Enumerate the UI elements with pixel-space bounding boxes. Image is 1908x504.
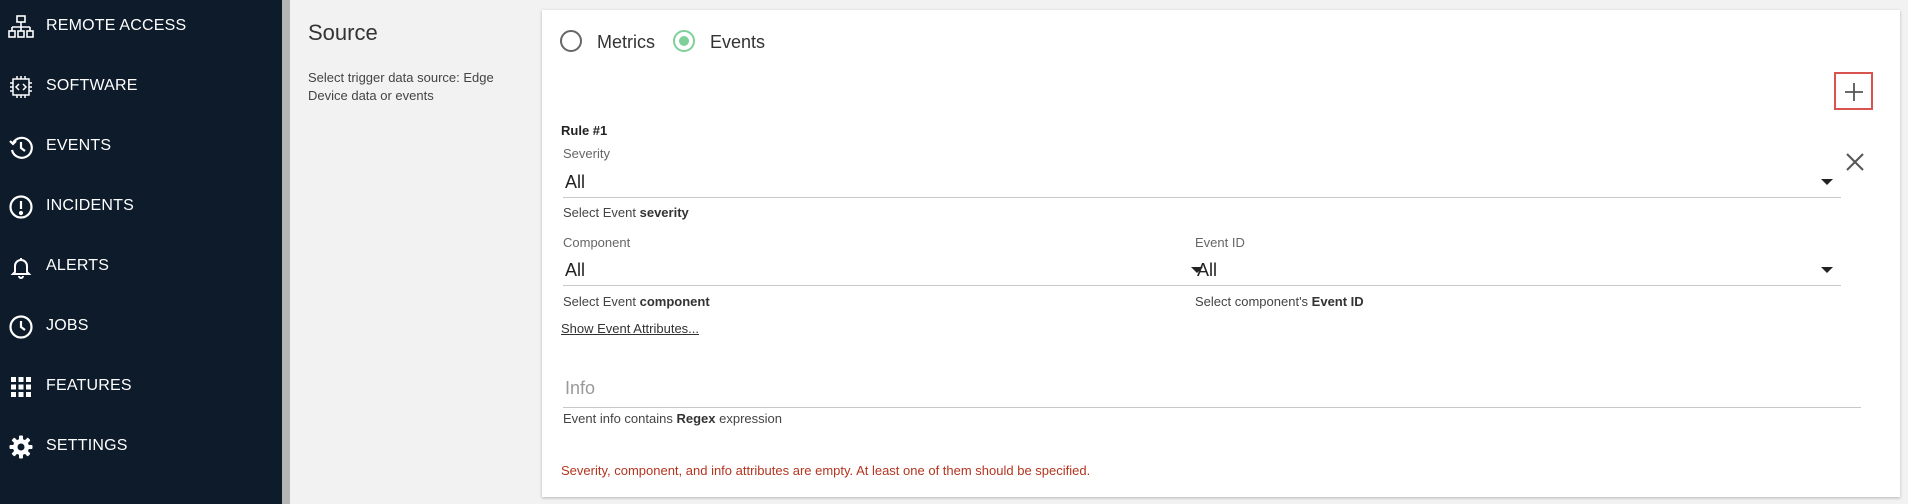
sidebar-scrollbar[interactable] xyxy=(282,0,290,504)
rule-title: Rule #1 xyxy=(561,123,608,138)
sidebar-item-label: SETTINGS xyxy=(46,437,128,454)
sidebar: REMOTE ACCESS SOFTWARE EVENTS INCIDENTS … xyxy=(0,0,282,504)
section-title: Source xyxy=(308,20,378,45)
component-helper: Select Event component xyxy=(563,294,710,309)
event-id-helper: Select component's Event ID xyxy=(1195,294,1364,309)
remove-rule-button[interactable] xyxy=(1844,151,1866,173)
radio-events[interactable] xyxy=(673,30,695,52)
component-select[interactable]: All xyxy=(563,256,1211,286)
clock-icon xyxy=(8,314,34,340)
event-id-value: All xyxy=(1197,260,1218,280)
history-icon xyxy=(8,134,34,160)
severity-label: Severity xyxy=(563,146,610,161)
sidebar-item-features[interactable]: FEATURES xyxy=(0,366,282,406)
bell-icon xyxy=(8,254,34,280)
component-value: All xyxy=(565,260,586,280)
sidebar-item-label: INCIDENTS xyxy=(46,197,135,214)
radio-metrics[interactable] xyxy=(560,30,582,52)
sidebar-item-label: ALERTS xyxy=(46,257,110,274)
info-helper: Event info contains Regex expression xyxy=(563,411,782,426)
sidebar-item-incidents[interactable]: INCIDENTS xyxy=(0,186,282,226)
sidebar-item-label: EVENTS xyxy=(46,137,112,154)
sidebar-item-remote-access[interactable]: REMOTE ACCESS xyxy=(0,6,282,46)
sidebar-item-alerts[interactable]: ALERTS xyxy=(0,246,282,286)
validation-error: Severity, component, and info attributes… xyxy=(561,463,1091,478)
gear-icon xyxy=(8,434,34,460)
sidebar-item-label: FEATURES xyxy=(46,377,132,394)
severity-value: All xyxy=(565,172,586,192)
chip-code-icon xyxy=(8,74,34,100)
component-label: Component xyxy=(563,235,631,250)
sidebar-item-jobs[interactable]: JOBS xyxy=(0,306,282,346)
event-id-label: Event ID xyxy=(1195,235,1245,250)
sidebar-item-software[interactable]: SOFTWARE xyxy=(0,66,282,106)
radio-metrics-label[interactable]: Metrics xyxy=(597,32,655,53)
sidebar-item-label: JOBS xyxy=(46,317,89,334)
source-card: Metrics Events Rule #1 Severity All Sele… xyxy=(542,10,1900,497)
plus-icon xyxy=(1845,83,1863,101)
event-id-select[interactable]: All xyxy=(1195,256,1841,286)
add-rule-button[interactable] xyxy=(1834,72,1873,110)
network-icon xyxy=(8,14,34,40)
grid-icon xyxy=(8,374,34,400)
sidebar-item-label: REMOTE ACCESS xyxy=(46,17,187,34)
show-event-attributes-link[interactable]: Show Event Attributes... xyxy=(561,321,699,336)
info-input[interactable] xyxy=(563,370,1861,408)
radio-events-label[interactable]: Events xyxy=(710,32,765,53)
sidebar-item-settings[interactable]: SETTINGS xyxy=(0,426,282,466)
severity-helper: Select Event severity xyxy=(563,205,689,220)
caret-down-icon xyxy=(1821,179,1833,185)
alert-circle-icon xyxy=(8,194,34,220)
section-description: Select trigger data source: Edge Device … xyxy=(308,70,494,103)
sidebar-item-events[interactable]: EVENTS xyxy=(0,126,282,166)
severity-select[interactable]: All xyxy=(563,168,1841,198)
close-icon xyxy=(1846,153,1864,171)
sidebar-item-label: SOFTWARE xyxy=(46,77,138,94)
caret-down-icon xyxy=(1821,267,1833,273)
